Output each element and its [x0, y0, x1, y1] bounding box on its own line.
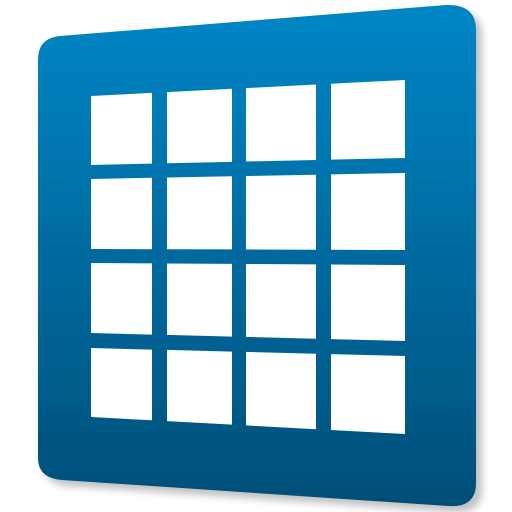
grid-tile-r1-c1 [91, 92, 152, 165]
grid-tile-r4-c1 [91, 348, 152, 421]
grid-app-icon [38, 4, 476, 507]
grid-tile-r4-c3 [246, 351, 316, 430]
grid-tile-r2-c4 [331, 173, 405, 250]
grid-tile-r1-c4 [331, 80, 405, 160]
grid-tile-r4-c2 [167, 349, 232, 425]
grid-tile-r4-c4 [331, 354, 405, 434]
grid-tile-r2-c2 [167, 176, 232, 250]
grid-tile-r3-c3 [246, 264, 316, 339]
grid-tile-r1-c2 [167, 88, 232, 164]
grid-tile-r2-c3 [246, 174, 316, 250]
grid-tile-r3-c1 [91, 263, 152, 335]
grid-tile-r3-c4 [331, 264, 405, 341]
grid-tile-r3-c2 [167, 263, 232, 337]
grid-tile-r1-c3 [246, 84, 316, 162]
grid-tile-r2-c1 [91, 177, 152, 250]
app-icon-background [38, 4, 476, 507]
